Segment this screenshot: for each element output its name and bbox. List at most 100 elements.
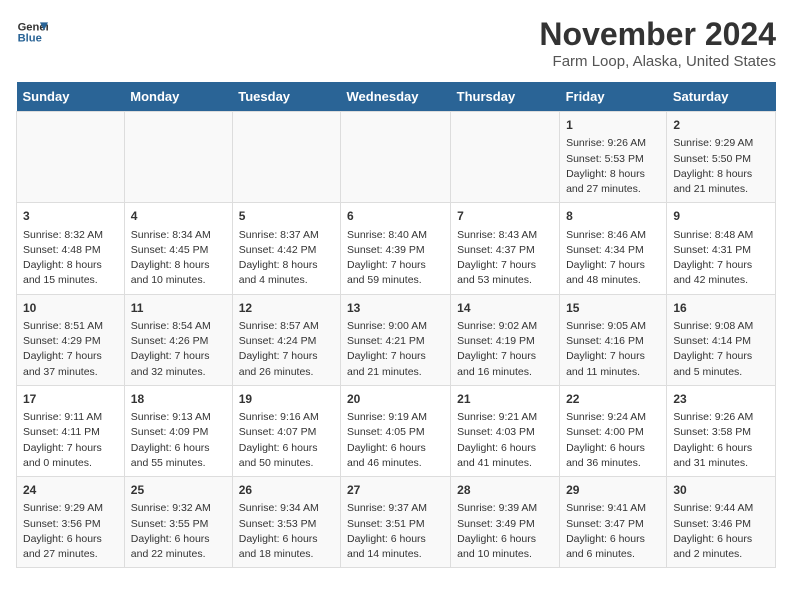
day-info: Sunrise: 9:44 AM Sunset: 3:46 PM Dayligh… [673,501,769,562]
calendar-cell: 10 Sunrise: 8:51 AM Sunset: 4:29 PM Dayli… [17,294,125,385]
day-number: 13 [347,300,444,317]
day-info: Sunrise: 9:00 AM Sunset: 4:21 PM Dayligh… [347,319,444,380]
day-number: 12 [239,300,334,317]
day-header-sunday: Sunday [17,82,125,112]
calendar-week-2: 3 Sunrise: 8:32 AM Sunset: 4:48 PM Daylig… [17,203,776,294]
day-header-saturday: Saturday [667,82,776,112]
day-info: Sunrise: 9:37 AM Sunset: 3:51 PM Dayligh… [347,501,444,562]
day-number: 16 [673,300,769,317]
day-number: 23 [673,391,769,408]
day-info: Sunrise: 8:34 AM Sunset: 4:45 PM Dayligh… [131,228,226,289]
calendar-cell: 5 Sunrise: 8:37 AM Sunset: 4:42 PM Daylig… [232,203,340,294]
header: General Blue November 2024 Farm Loop, Al… [16,16,776,70]
calendar-week-5: 24 Sunrise: 9:29 AM Sunset: 3:56 PM Dayli… [17,477,776,568]
day-number: 6 [347,208,444,225]
calendar-cell: 21 Sunrise: 9:21 AM Sunset: 4:03 PM Dayli… [451,385,560,476]
day-number: 17 [23,391,118,408]
calendar-table: SundayMondayTuesdayWednesdayThursdayFrid… [16,82,776,568]
calendar-cell: 24 Sunrise: 9:29 AM Sunset: 3:56 PM Dayli… [17,477,125,568]
calendar-cell: 29Sunrise: 9:41 AM Sunset: 3:47 PM Dayli… [560,477,667,568]
calendar-cell: 8Sunrise: 8:46 AM Sunset: 4:34 PM Daylig… [560,203,667,294]
day-info: Sunrise: 8:37 AM Sunset: 4:42 PM Dayligh… [239,228,334,289]
day-number: 20 [347,391,444,408]
calendar-cell: 16 Sunrise: 9:08 AM Sunset: 4:14 PM Dayli… [667,294,776,385]
day-number: 25 [131,482,226,499]
day-number: 26 [239,482,334,499]
logo-icon: General Blue [16,16,48,48]
day-number: 10 [23,300,118,317]
day-header-tuesday: Tuesday [232,82,340,112]
calendar-cell: 9Sunrise: 8:48 AM Sunset: 4:31 PM Daylig… [667,203,776,294]
calendar-cell [232,112,340,203]
calendar-cell: 22 Sunrise: 9:24 AM Sunset: 4:00 PM Dayli… [560,385,667,476]
calendar-cell: 1 Sunrise: 9:26 AM Sunset: 5:53 PM Daylig… [560,112,667,203]
calendar-cell: 7 Sunrise: 8:43 AM Sunset: 4:37 PM Daylig… [451,203,560,294]
day-info: Sunrise: 9:29 AM Sunset: 3:56 PM Dayligh… [23,501,118,562]
day-info: Sunrise: 9:21 AM Sunset: 4:03 PM Dayligh… [457,410,553,471]
day-info: Sunrise: 8:32 AM Sunset: 4:48 PM Dayligh… [23,228,118,289]
day-number: 3 [23,208,118,225]
calendar-cell: 27 Sunrise: 9:37 AM Sunset: 3:51 PM Dayli… [340,477,450,568]
calendar-cell: 4 Sunrise: 8:34 AM Sunset: 4:45 PM Daylig… [124,203,232,294]
day-number: 11 [131,300,226,317]
day-info: Sunrise: 8:40 AM Sunset: 4:39 PM Dayligh… [347,228,444,289]
day-info: Sunrise: 9:08 AM Sunset: 4:14 PM Dayligh… [673,319,769,380]
day-info: Sunrise: 9:02 AM Sunset: 4:19 PM Dayligh… [457,319,553,380]
calendar-cell: 12 Sunrise: 8:57 AM Sunset: 4:24 PM Dayli… [232,294,340,385]
calendar-cell: 6 Sunrise: 8:40 AM Sunset: 4:39 PM Daylig… [340,203,450,294]
day-number: 8 [566,208,660,225]
day-number: 27 [347,482,444,499]
calendar-cell: 30 Sunrise: 9:44 AM Sunset: 3:46 PM Dayli… [667,477,776,568]
calendar-cell: 25 Sunrise: 9:32 AM Sunset: 3:55 PM Dayli… [124,477,232,568]
calendar-cell: 3 Sunrise: 8:32 AM Sunset: 4:48 PM Daylig… [17,203,125,294]
day-info: Sunrise: 9:19 AM Sunset: 4:05 PM Dayligh… [347,410,444,471]
day-number: 7 [457,208,553,225]
calendar-cell: 15 Sunrise: 9:05 AM Sunset: 4:16 PM Dayli… [560,294,667,385]
day-info: Sunrise: 9:32 AM Sunset: 3:55 PM Dayligh… [131,501,226,562]
day-info: Sunrise: 9:16 AM Sunset: 4:07 PM Dayligh… [239,410,334,471]
calendar-cell: 26Sunrise: 9:34 AM Sunset: 3:53 PM Dayli… [232,477,340,568]
day-info: Sunrise: 9:13 AM Sunset: 4:09 PM Dayligh… [131,410,226,471]
calendar-cell: 13 Sunrise: 9:00 AM Sunset: 4:21 PM Dayli… [340,294,450,385]
day-info: Sunrise: 8:57 AM Sunset: 4:24 PM Dayligh… [239,319,334,380]
day-number: 15 [566,300,660,317]
main-title: November 2024 [539,16,776,53]
day-number: 1 [566,117,660,134]
calendar-cell: 11 Sunrise: 8:54 AM Sunset: 4:26 PM Dayli… [124,294,232,385]
calendar-cell: 28Sunrise: 9:39 AM Sunset: 3:49 PM Dayli… [451,477,560,568]
day-info: Sunrise: 8:51 AM Sunset: 4:29 PM Dayligh… [23,319,118,380]
day-number: 4 [131,208,226,225]
calendar-body: 1 Sunrise: 9:26 AM Sunset: 5:53 PM Daylig… [17,112,776,568]
day-info: Sunrise: 9:41 AM Sunset: 3:47 PM Dayligh… [566,501,660,562]
day-info: Sunrise: 9:05 AM Sunset: 4:16 PM Dayligh… [566,319,660,380]
day-number: 2 [673,117,769,134]
day-info: Sunrise: 9:26 AM Sunset: 5:53 PM Dayligh… [566,136,660,197]
calendar-cell [340,112,450,203]
calendar-week-1: 1 Sunrise: 9:26 AM Sunset: 5:53 PM Daylig… [17,112,776,203]
subtitle: Farm Loop, Alaska, United States [539,53,776,70]
day-info: Sunrise: 9:11 AM Sunset: 4:11 PM Dayligh… [23,410,118,471]
day-info: Sunrise: 9:24 AM Sunset: 4:00 PM Dayligh… [566,410,660,471]
calendar-cell: 14 Sunrise: 9:02 AM Sunset: 4:19 PM Dayli… [451,294,560,385]
logo: General Blue [16,16,48,48]
calendar-cell: 23 Sunrise: 9:26 AM Sunset: 3:58 PM Dayli… [667,385,776,476]
day-info: Sunrise: 8:54 AM Sunset: 4:26 PM Dayligh… [131,319,226,380]
day-number: 30 [673,482,769,499]
day-info: Sunrise: 9:29 AM Sunset: 5:50 PM Dayligh… [673,136,769,197]
calendar-cell: 19Sunrise: 9:16 AM Sunset: 4:07 PM Dayli… [232,385,340,476]
day-info: Sunrise: 9:26 AM Sunset: 3:58 PM Dayligh… [673,410,769,471]
day-number: 14 [457,300,553,317]
day-number: 5 [239,208,334,225]
calendar-week-3: 10 Sunrise: 8:51 AM Sunset: 4:29 PM Dayli… [17,294,776,385]
day-number: 9 [673,208,769,225]
day-info: Sunrise: 8:43 AM Sunset: 4:37 PM Dayligh… [457,228,553,289]
calendar-cell [17,112,125,203]
day-number: 21 [457,391,553,408]
calendar-cell: 20 Sunrise: 9:19 AM Sunset: 4:05 PM Dayli… [340,385,450,476]
svg-text:Blue: Blue [18,33,42,45]
day-number: 22 [566,391,660,408]
day-number: 18 [131,391,226,408]
day-info: Sunrise: 9:39 AM Sunset: 3:49 PM Dayligh… [457,501,553,562]
day-header-friday: Friday [560,82,667,112]
day-number: 24 [23,482,118,499]
